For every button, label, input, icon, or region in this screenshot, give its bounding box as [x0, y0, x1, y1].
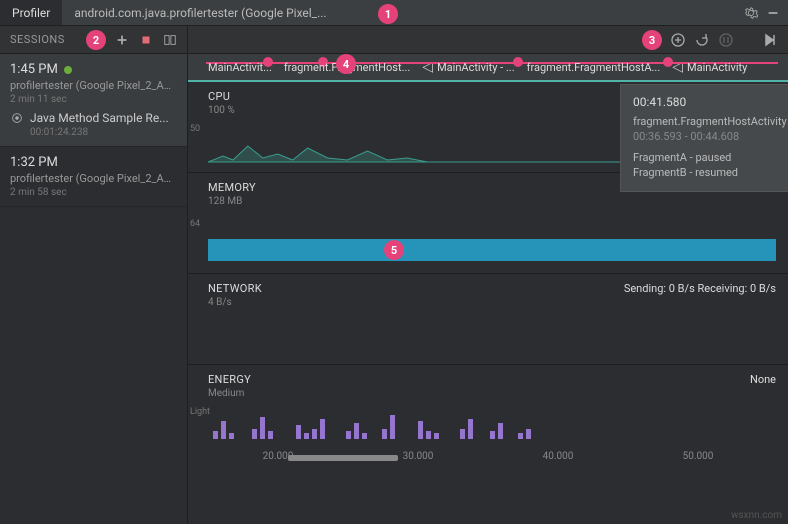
axis-max: 128 MB [208, 196, 788, 207]
time-axis[interactable]: 20.000 30.000 40.000 50.000 [188, 447, 788, 465]
range-selector[interactable] [288, 455, 398, 461]
profiler-content: MainActivit... fragment.FragmentHost... … [188, 26, 788, 524]
tick: 40.000 [488, 451, 628, 462]
activity-label: MainActivity [687, 61, 747, 74]
layout-icon[interactable] [163, 33, 177, 47]
hover-tooltip: 00:41.580 fragment.FragmentHostActivity … [620, 84, 788, 192]
stop-session-icon[interactable] [139, 33, 153, 47]
sessions-sidebar: SESSIONS 1:45 PM profilertester (Google … [0, 26, 188, 524]
axis-mid: 64 [190, 219, 200, 229]
pane-title: CPU [208, 90, 230, 103]
axis-max: 4 B/s [208, 297, 788, 308]
session-time: 1:45 PM [10, 62, 58, 77]
callout-2: 2 [86, 30, 106, 50]
session-time: 1:32 PM [10, 155, 58, 170]
tooltip-line: FragmentB - resumed [633, 166, 788, 179]
energy-pane[interactable]: ENERGY None Medium Light [188, 365, 788, 447]
add-session-icon[interactable] [115, 33, 129, 47]
pane-title: MEMORY [208, 181, 256, 194]
reset-zoom-icon[interactable] [694, 32, 710, 48]
watermark: wsxnn.com [731, 510, 782, 521]
tooltip-title: fragment.FragmentHostActivity - stopped … [633, 115, 788, 128]
tooltip-range: 00:36.593 - 00:44.608 [633, 130, 788, 143]
callout-5: 5 [384, 240, 404, 260]
tab-app[interactable]: android.com.java.profilertester (Google … [62, 0, 338, 25]
energy-chart [208, 399, 788, 439]
session-item[interactable]: 1:32 PM profilertester (Google Pixel_2_A… [0, 147, 187, 207]
gear-icon[interactable] [744, 6, 758, 20]
activity-label: fragment.FragmentHostA... [527, 61, 661, 74]
callout-3: 3 [642, 30, 662, 50]
callout-1: 1 [378, 4, 398, 24]
timeline-controls [188, 26, 788, 54]
jump-to-live-icon[interactable] [762, 32, 778, 48]
axis-max: Medium [208, 388, 788, 399]
method-name: Java Method Sample Re... [30, 111, 169, 125]
zoom-in-icon[interactable] [670, 32, 686, 48]
minimize-icon[interactable] [766, 6, 780, 20]
method-trace-icon [10, 111, 24, 125]
method-time: 00:01:24.238 [30, 127, 177, 138]
network-chart [208, 308, 776, 356]
callout-4: 4 [336, 54, 356, 74]
sessions-label: SESSIONS [10, 33, 65, 46]
pane-title: NETWORK [208, 282, 262, 295]
activity-label: MainActivity - ... [437, 61, 515, 74]
memory-chart [208, 207, 776, 265]
axis-mid: 50 [190, 124, 200, 134]
tab-profiler[interactable]: Profiler [0, 0, 62, 25]
session-item[interactable]: 1:45 PM profilertester (Google Pixel_2_A… [0, 54, 187, 147]
activity-timeline[interactable]: MainActivit... fragment.FragmentHost... … [188, 54, 788, 82]
tick: 50.000 [628, 451, 768, 462]
axis-mid: Light [190, 407, 210, 417]
pause-icon[interactable] [718, 32, 734, 48]
energy-value: None [750, 373, 776, 386]
pane-title: ENERGY [208, 373, 251, 386]
session-name: profilertester (Google Pixel_2_API... [10, 79, 177, 92]
session-duration: 2 min 11 sec [10, 94, 177, 105]
network-pane[interactable]: NETWORK Sending: 0 B/s Receiving: 0 B/s … [188, 274, 788, 365]
session-duration: 2 min 58 sec [10, 187, 177, 198]
active-dot-icon [64, 66, 72, 74]
session-name: profilertester (Google Pixel_2_API... [10, 172, 177, 185]
network-value: Sending: 0 B/s Receiving: 0 B/s [624, 282, 776, 295]
tooltip-time: 00:41.580 [633, 95, 788, 109]
tooltip-line: FragmentA - paused [633, 151, 788, 164]
activity-label: MainActivit... [208, 61, 272, 74]
